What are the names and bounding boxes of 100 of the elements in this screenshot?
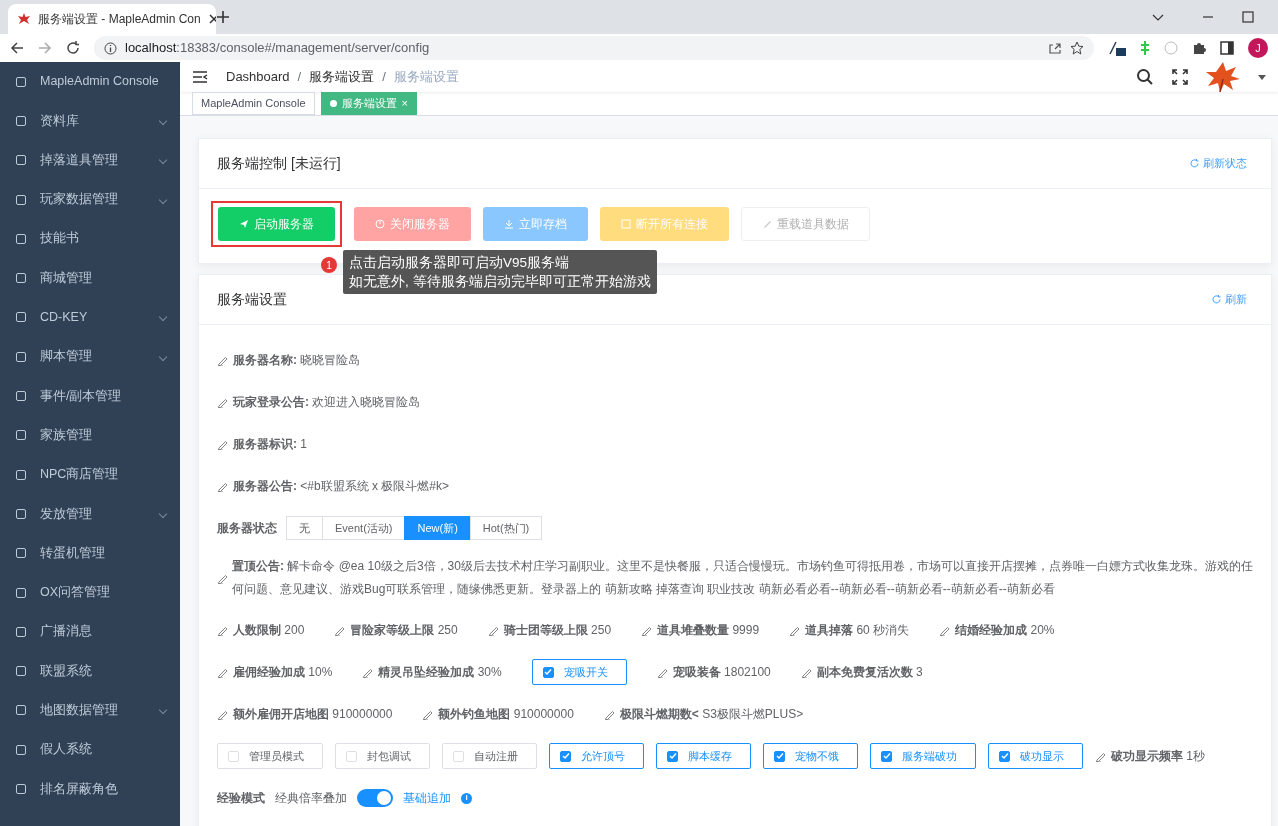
pencil-icon[interactable] [362, 666, 374, 678]
checkbox[interactable] [774, 750, 785, 762]
sidebar-item[interactable]: OX问答管理 [0, 572, 180, 613]
reload-icon[interactable] [66, 41, 80, 55]
setting-text: 骑士团等级上限 250 [503, 622, 612, 639]
checkbox-option[interactable]: 服务端破功 [870, 743, 976, 769]
refresh-icon [1212, 295, 1221, 304]
step-number: 1 [321, 257, 337, 273]
menu-icon[interactable] [192, 70, 208, 84]
pencil-icon[interactable] [334, 624, 346, 636]
pencil-icon[interactable] [217, 624, 228, 636]
breadcrumb-link[interactable]: 服务端设置 [309, 67, 375, 87]
menu-item-icon [16, 194, 26, 205]
sidebar-item[interactable]: 商城管理 [0, 258, 180, 298]
checkbox-option[interactable]: 自动注册 [442, 743, 537, 769]
share-icon[interactable] [1048, 41, 1062, 55]
checkbox[interactable] [881, 750, 892, 762]
puzzle-icon[interactable] [1192, 41, 1206, 55]
status-option[interactable]: Hot(热门) [469, 516, 543, 540]
sidebar-item[interactable]: 排名屏蔽角色 [0, 769, 180, 809]
close-icon[interactable] [208, 14, 216, 24]
status-option[interactable]: Event(活动) [322, 516, 406, 540]
search-icon[interactable] [1136, 68, 1154, 86]
pencil-icon[interactable] [217, 572, 228, 584]
switch-label: 基础追加 [403, 790, 451, 807]
sidebar-item[interactable]: 技能书 [0, 219, 180, 259]
extension-icon[interactable] [1108, 40, 1126, 56]
pencil-icon[interactable] [656, 666, 668, 678]
checkbox-option[interactable]: 宠物不饿 [763, 743, 858, 769]
maximize-icon[interactable] [1242, 11, 1254, 23]
pencil-icon[interactable] [789, 624, 801, 636]
sidebar-item[interactable]: 假人系统 [0, 730, 180, 770]
pencil-icon[interactable] [487, 624, 499, 636]
checkbox-option[interactable]: 破功显示 [988, 743, 1083, 769]
checkbox[interactable] [560, 750, 571, 762]
field-label: 服务器状态 [217, 520, 277, 537]
sidebar-item[interactable]: 地图数据管理 [0, 690, 180, 731]
fullscreen-icon[interactable] [1172, 69, 1188, 85]
card-title: 服务端控制 [未运行] [217, 154, 341, 173]
back-icon[interactable] [10, 41, 24, 55]
profile-avatar[interactable]: J [1248, 38, 1268, 58]
caret-icon[interactable] [1258, 74, 1266, 80]
sidebar-item[interactable]: CD-KEY [0, 297, 180, 338]
refresh-icon [1190, 159, 1199, 168]
star-icon[interactable] [1070, 41, 1084, 55]
pencil-icon[interactable] [217, 354, 228, 366]
new-tab-icon[interactable] [216, 10, 230, 24]
pencil-icon[interactable] [217, 708, 228, 720]
menu-item-icon [16, 115, 26, 126]
menu-item-icon [16, 391, 26, 401]
page-tag[interactable]: MapleAdmin Console [192, 92, 315, 115]
checkbox-option[interactable]: 允许顶号 [549, 743, 644, 769]
field-label: 经验模式 [217, 790, 265, 807]
sidebar-item[interactable]: MapleAdmin Console [0, 62, 180, 102]
button-icon [621, 219, 631, 229]
menu-item-icon [16, 469, 26, 480]
sidebar-item[interactable]: 广播消息 [0, 612, 180, 652]
menu-item-icon [16, 312, 26, 323]
setting-text: 宠吸装备 1802100 [672, 664, 771, 681]
sidebar-item[interactable]: 掉落道具管理 [0, 140, 180, 180]
pencil-icon[interactable] [939, 624, 951, 636]
sidebar-item[interactable]: 发放管理 [0, 494, 180, 534]
sidebar-item[interactable]: NPC商店管理 [0, 454, 180, 495]
setting-text: 破功显示频率 1秒 [1111, 748, 1205, 765]
status-option[interactable]: 无 [286, 516, 323, 540]
sidebar-item[interactable]: 联盟系统 [0, 651, 180, 691]
setting-text: 副本免费复活次数 3 [816, 664, 923, 681]
sidebar-item[interactable]: 资料库 [0, 101, 180, 141]
setting-text: 道具堆叠数量 9999 [657, 622, 760, 639]
info-icon: i [461, 792, 472, 804]
sidebar-item[interactable]: 事件/副本管理 [0, 376, 180, 416]
checkbox[interactable] [999, 750, 1010, 762]
checkbox[interactable] [542, 666, 554, 678]
side-panel-icon[interactable] [1220, 41, 1234, 55]
active-dot-icon [329, 100, 337, 107]
pencil-icon[interactable] [641, 624, 653, 636]
checkbox-option[interactable]: 封包调试 [335, 743, 430, 769]
sidebar-item[interactable]: 家族管理 [0, 415, 180, 455]
pencil-icon[interactable] [217, 666, 228, 678]
sidebar-item[interactable]: 转蛋机管理 [0, 533, 180, 573]
sidebar-item[interactable]: 玩家数据管理 [0, 179, 180, 220]
sidebar-item[interactable]: 脚本管理 [0, 337, 180, 377]
checkbox-option[interactable]: 脚本缓存 [656, 743, 751, 769]
checkbox-option[interactable]: 宠吸开关 [531, 659, 627, 685]
setting-text: 服务器名称: 晓晓冒险岛 [233, 352, 361, 369]
pencil-icon[interactable] [217, 438, 228, 450]
browser-tab[interactable]: 服务端设置 - MapleAdmin Con [8, 4, 216, 34]
pencil-icon[interactable] [217, 480, 228, 492]
address-bar[interactable]: localhost:18383/console#/management/server/config [94, 36, 1094, 60]
checkbox-option[interactable]: 管理员模式 [217, 743, 323, 769]
toggle-switch[interactable] [357, 789, 393, 807]
pencil-icon[interactable] [800, 666, 812, 678]
menu-item-icon [16, 351, 26, 362]
pencil-icon[interactable] [217, 396, 228, 408]
checkbox[interactable] [667, 750, 678, 762]
pencil-icon[interactable] [603, 708, 615, 720]
pencil-icon[interactable] [1095, 750, 1106, 762]
pencil-icon[interactable] [422, 708, 434, 720]
forward-icon[interactable] [38, 41, 52, 55]
breadcrumb-link[interactable]: Dashboard [226, 67, 290, 87]
